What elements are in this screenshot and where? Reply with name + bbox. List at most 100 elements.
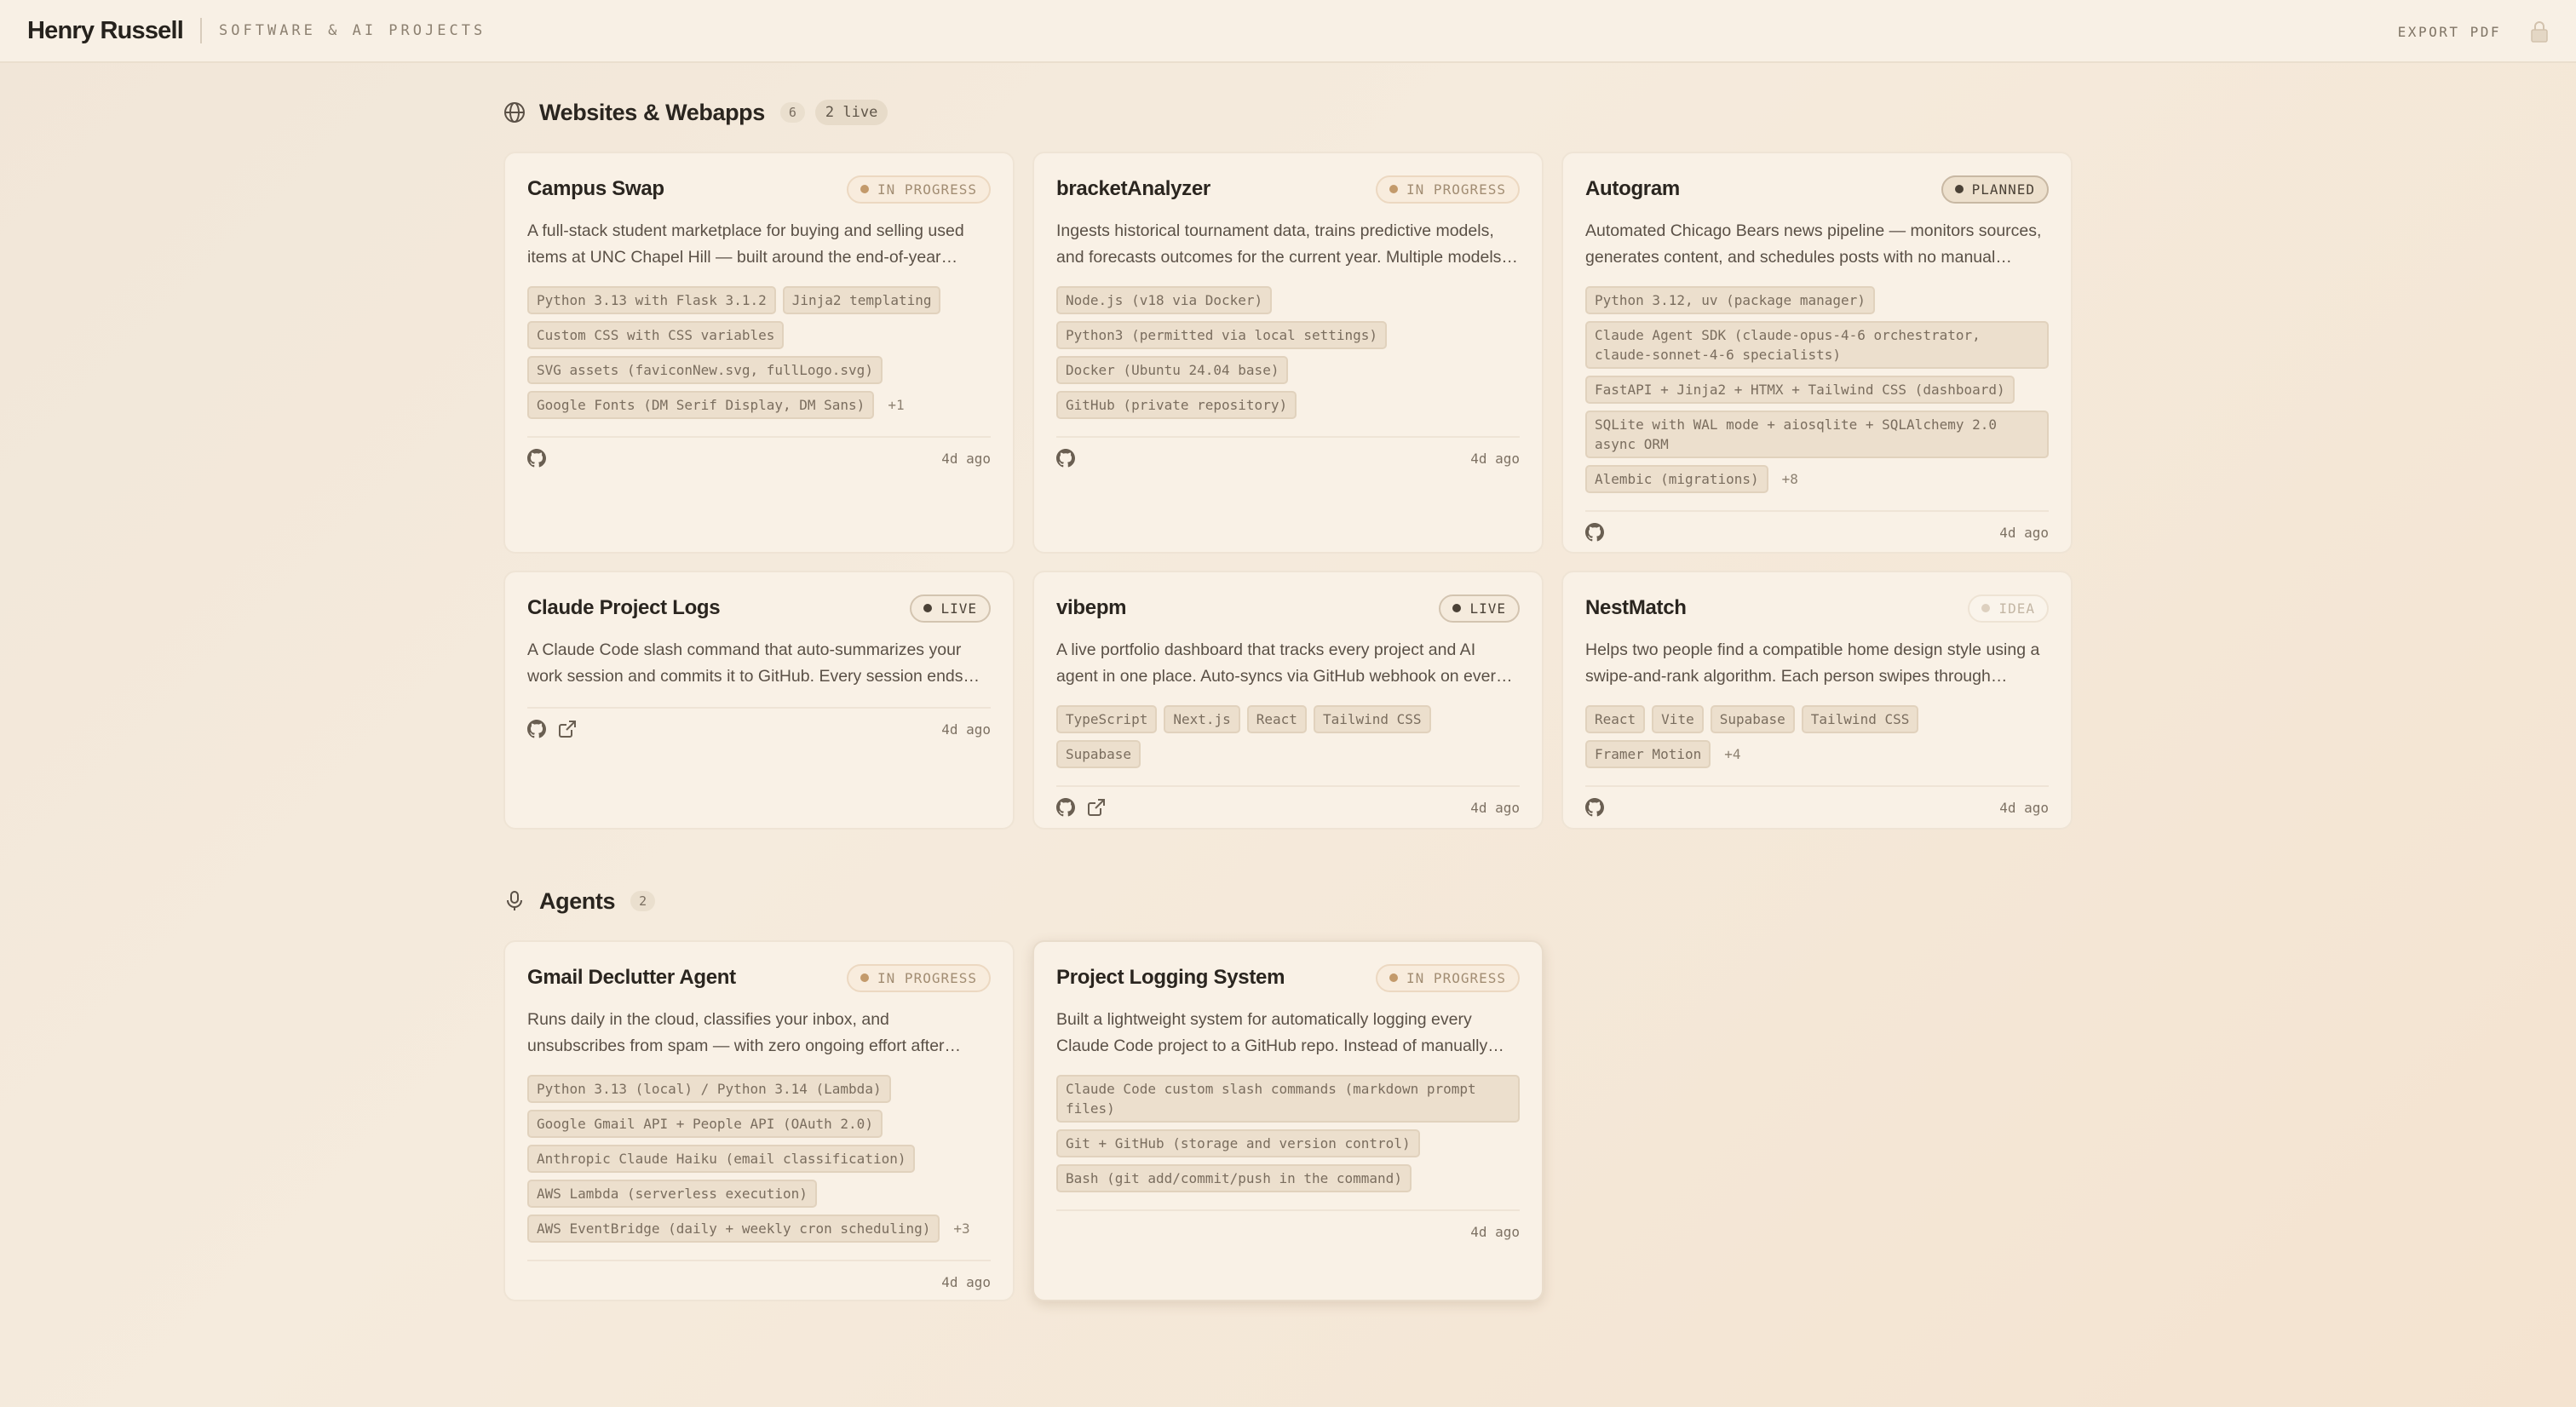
card-footer: 4d ago: [1056, 1209, 1520, 1252]
github-icon[interactable]: [1056, 449, 1075, 468]
project-card-project-logging-system[interactable]: Project Logging System IN PROGRESS Built…: [1032, 940, 1544, 1301]
card-footer: 4d ago: [527, 436, 991, 479]
tech-tag: FastAPI + Jinja2 + HTMX + Tailwind CSS (…: [1585, 376, 2015, 404]
card-title: Autogram: [1585, 177, 1680, 200]
tech-tag: Google Gmail API + People API (OAuth 2.0…: [527, 1110, 883, 1138]
project-card-nestmatch[interactable]: NestMatch IDEA Helps two people find a c…: [1561, 571, 2073, 830]
tech-tag: Google Fonts (DM Serif Display, DM Sans): [527, 391, 875, 419]
card-footer: 4d ago: [527, 1260, 991, 1302]
project-count-badge: 6: [779, 102, 805, 123]
tech-tag: Bash (git add/commit/push in the command…: [1056, 1164, 1412, 1192]
tech-tag: Jinja2 templating: [782, 286, 941, 314]
status-dot: [1389, 185, 1399, 193]
brand-name: Henry Russell: [27, 16, 184, 44]
tech-tag: Python 3.12, uv (package manager): [1585, 286, 1875, 314]
top-actions: EXPORT PDF: [2398, 0, 2549, 63]
section-title: Websites & Webapps: [539, 99, 765, 125]
tech-tags: Python 3.12, uv (package manager) Claude…: [1585, 286, 2049, 493]
project-count-badge: 2: [630, 891, 656, 911]
status-badge: PLANNED: [1941, 175, 2049, 204]
status-badge: IDEA: [1968, 594, 2049, 623]
more-tags-count[interactable]: +8: [1775, 471, 1805, 487]
top-bar: Henry Russell SOFTWARE & AI PROJECTS EXP…: [0, 0, 2576, 63]
tech-tag: AWS EventBridge (daily + weekly cron sch…: [527, 1215, 940, 1243]
github-icon[interactable]: [527, 449, 546, 468]
tech-tag: Python3 (permitted via local settings): [1056, 321, 1388, 349]
status-dot: [923, 604, 933, 612]
brand-subtitle: SOFTWARE & AI PROJECTS: [219, 22, 486, 39]
tech-tags: React Vite Supabase Tailwind CSS Framer …: [1585, 705, 2049, 768]
card-description: A live portfolio dashboard that tracks e…: [1056, 640, 1504, 686]
tech-tag: Claude Code custom slash commands (markd…: [1056, 1075, 1520, 1123]
project-card-bracket-analyzer[interactable]: bracketAnalyzer IN PROGRESS Ingests hist…: [1032, 152, 1544, 554]
updated-time: 4d ago: [1999, 524, 2049, 541]
section-agents: Agents 2: [503, 884, 2073, 918]
section-header: Websites & Webapps 6 2 live: [503, 95, 2073, 129]
tech-tags: Python 3.13 (local) / Python 3.14 (Lambd…: [527, 1075, 991, 1243]
brand-divider: [200, 18, 203, 43]
external-link-icon[interactable]: [558, 720, 577, 738]
status-dot: [860, 185, 870, 193]
tech-tags: Claude Code custom slash commands (markd…: [1056, 1075, 1520, 1192]
project-card-vibepm[interactable]: vibepm LIVE A live portfolio dashboard t…: [1032, 571, 1544, 830]
card-footer: 4d ago: [1056, 785, 1520, 828]
status-dot: [860, 973, 870, 982]
status-badge: LIVE: [910, 594, 991, 623]
tech-tag: Framer Motion: [1585, 740, 1711, 768]
lock-icon[interactable]: [2530, 20, 2549, 43]
status-badge: LIVE: [1439, 594, 1520, 623]
status-badge: IN PROGRESS: [1376, 175, 1520, 204]
tech-tag: TypeScript: [1056, 705, 1158, 733]
export-pdf-button[interactable]: EXPORT PDF: [2398, 24, 2501, 40]
updated-time: 4d ago: [1470, 799, 1520, 816]
tech-tag: Next.js: [1164, 705, 1240, 733]
card-footer: 4d ago: [1056, 436, 1520, 479]
more-tags-count[interactable]: +4: [1717, 746, 1747, 762]
tech-tag: Vite: [1652, 705, 1704, 733]
updated-time: 4d ago: [941, 1273, 991, 1290]
card-description: Automated Chicago Bears news pipeline — …: [1585, 221, 2042, 267]
project-card-campus-swap[interactable]: Campus Swap IN PROGRESS A full-stack stu…: [503, 152, 1015, 554]
updated-time: 4d ago: [1470, 1223, 1520, 1240]
github-icon[interactable]: [1585, 798, 1604, 817]
more-tags-count[interactable]: +1: [881, 397, 911, 413]
card-title: vibepm: [1056, 596, 1127, 619]
updated-time: 4d ago: [1470, 450, 1520, 467]
tech-tag: Tailwind CSS: [1801, 705, 1919, 733]
tech-tag: GitHub (private repository): [1056, 391, 1297, 419]
tech-tag: Git + GitHub (storage and version contro…: [1056, 1129, 1420, 1157]
status-badge: IN PROGRESS: [1376, 963, 1520, 992]
more-tags-count[interactable]: +3: [946, 1220, 976, 1237]
tech-tag: Supabase: [1710, 705, 1795, 733]
card-description: Runs daily in the cloud, classifies your…: [527, 1010, 945, 1055]
updated-time: 4d ago: [941, 721, 991, 738]
tech-tag: Python 3.13 with Flask 3.1.2: [527, 286, 776, 314]
github-icon[interactable]: [527, 720, 546, 738]
status-dot: [1389, 973, 1399, 982]
mic-icon: [507, 891, 522, 910]
tech-tag: Docker (Ubuntu 24.04 base): [1056, 356, 1289, 384]
tech-tags: Node.js (v18 via Docker) Python3 (permit…: [1056, 286, 1520, 419]
tech-tag: Python 3.13 (local) / Python 3.14 (Lambd…: [527, 1075, 891, 1103]
tech-tag: Claude Agent SDK (claude-opus-4-6 orches…: [1585, 321, 2049, 369]
card-description: Helps two people find a compatible home …: [1585, 640, 2040, 686]
tech-tag: AWS Lambda (serverless execution): [527, 1180, 817, 1208]
section-websites: Websites & Webapps 6 2 live: [503, 95, 2073, 129]
tech-tag: Anthropic Claude Haiku (email classifica…: [527, 1145, 916, 1173]
project-card-gmail-declutter-agent[interactable]: Gmail Declutter Agent IN PROGRESS Runs d…: [503, 940, 1015, 1301]
tech-tags: Python 3.13 with Flask 3.1.2 Jinja2 temp…: [527, 286, 991, 419]
tech-tag: React: [1585, 705, 1646, 733]
section-title: Agents: [539, 887, 616, 914]
external-link-icon[interactable]: [1087, 798, 1106, 817]
github-icon[interactable]: [1056, 798, 1075, 817]
section-header: Agents 2: [503, 884, 2073, 918]
project-card-autogram[interactable]: Autogram PLANNED Automated Chicago Bears…: [1561, 152, 2073, 554]
status-dot: [1954, 185, 1964, 193]
tech-tag: Supabase: [1056, 740, 1141, 768]
tech-tag: Custom CSS with CSS variables: [527, 321, 785, 349]
github-icon[interactable]: [1585, 523, 1604, 542]
status-badge: IN PROGRESS: [847, 963, 991, 992]
card-description: Built a lightweight system for automatic…: [1056, 1010, 1488, 1055]
project-card-claude-project-logs[interactable]: Claude Project Logs LIVE A Claude Code s…: [503, 571, 1015, 830]
tech-tag: Alembic (migrations): [1585, 465, 1768, 493]
